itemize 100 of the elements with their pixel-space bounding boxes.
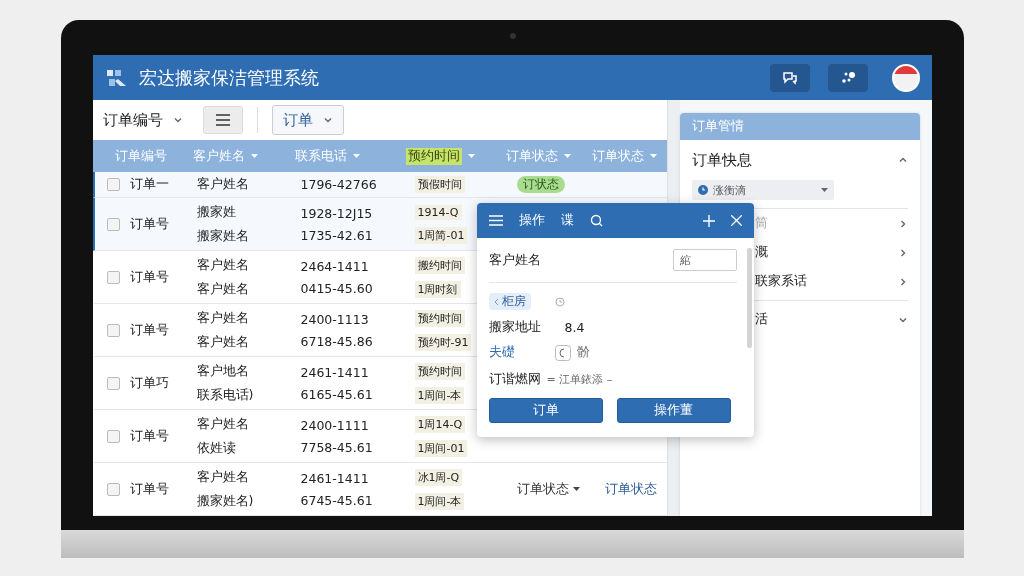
toggle-icon[interactable] (554, 344, 571, 361)
dialog-tab[interactable]: 谍 (560, 212, 574, 229)
address-value: 8.4 (564, 319, 585, 335)
order-number: 订单号 (129, 268, 169, 286)
time-chip: 预约时间 (414, 309, 465, 327)
phone-number: 2400-1111 (300, 417, 369, 433)
field-label: 订谐燃网 (488, 371, 541, 388)
clock-icon (697, 185, 708, 195)
chevron-down-icon (322, 115, 333, 125)
clock-icon (554, 296, 565, 307)
customer-name: 联系电话) (196, 386, 254, 404)
panel-title: 订单管情 (679, 113, 920, 140)
status-link[interactable]: 订单状态 (604, 480, 657, 498)
time-chip: 1周间-本 (414, 386, 465, 404)
caret-icon (820, 188, 828, 192)
time-chip: 预约时间 (414, 362, 465, 380)
tag-chip[interactable]: 柜房 (488, 293, 531, 310)
time-chip: 预假时间 (414, 176, 465, 193)
phone-number: 6718-45.86 (300, 333, 373, 349)
time-chip: 1周简-01 (414, 226, 468, 244)
dots-icon (839, 70, 856, 85)
status-select[interactable]: 涨衡滴 (691, 180, 834, 200)
row-checkbox[interactable] (106, 323, 120, 337)
phone-number: 6745-45.61 (300, 492, 373, 508)
add-icon[interactable] (702, 214, 715, 227)
phone-number: 7758-45.61 (300, 439, 373, 455)
customer-name: 搬家姓名) (196, 492, 254, 510)
dialog-button[interactable]: 订单 (488, 398, 603, 423)
customer-name: 客户姓名 (196, 333, 249, 351)
scrollbar[interactable] (746, 248, 752, 348)
phone-number: 0415-45.60 (300, 280, 373, 296)
dialog-button[interactable]: 操作董 (616, 398, 731, 423)
view-dropdown[interactable]: 订单 (271, 105, 344, 135)
order-number: 订单巧 (129, 374, 169, 392)
table-row[interactable]: 订单号 客户姓名 搬家姓名) 2461-1411 6745-45.61 冰1周-Q 1周间-本 订单状态 订单状态 (92, 463, 667, 516)
row-checkbox[interactable] (106, 376, 120, 390)
table-row[interactable]: 订单一 客户姓名 1796-42766 预假时间 订状态 (92, 172, 667, 198)
customer-name: 依姓读 (196, 439, 236, 457)
share-button[interactable] (827, 63, 868, 92)
customer-name: 搬家姓 (196, 203, 236, 221)
time-chip: 1914-Q (414, 204, 462, 220)
phone-number: 6165-45.61 (300, 386, 373, 402)
phone-number: 2400-1113 (300, 311, 369, 327)
menu-icon (214, 114, 231, 126)
customer-name: 客户姓名 (196, 280, 249, 298)
customer-name: 客户姓名 (196, 176, 249, 193)
caret-icon (572, 487, 580, 491)
row-checkbox[interactable] (106, 178, 120, 191)
menu-icon[interactable] (488, 215, 503, 226)
time-chip: 1周14-Q (414, 415, 466, 433)
order-number: 订单号 (129, 480, 169, 498)
phone-number: 1796-42766 (300, 177, 377, 192)
time-chip: 搬约时间 (414, 256, 465, 274)
menu-button[interactable] (202, 106, 243, 134)
back-chevron-icon (493, 297, 499, 306)
close-icon[interactable] (730, 215, 742, 226)
sort-caret-icon (468, 154, 476, 158)
field-label: 搬家地址 (488, 318, 541, 336)
order-number: 订单号 (129, 321, 169, 339)
user-avatar[interactable] (891, 63, 920, 92)
row-checkbox[interactable] (106, 217, 120, 231)
order-number: 订单号 (129, 427, 169, 445)
phone-number: 1928-12J15 (300, 205, 373, 221)
sidebar-item[interactable]: 活 (691, 305, 908, 334)
row-checkbox[interactable] (106, 482, 120, 496)
status-dropdown[interactable]: 订单状态 (516, 480, 580, 498)
customer-name: 客户地名 (196, 362, 249, 380)
time-chip: 1周间-本 (414, 492, 465, 510)
chat-button[interactable] (769, 63, 810, 92)
chevron-up-icon (897, 155, 908, 165)
row-checkbox[interactable] (106, 270, 120, 284)
filter-dropdown[interactable]: 订单编号 (102, 110, 183, 130)
time-chip: 1周间-01 (414, 439, 468, 457)
sort-caret-icon (650, 154, 658, 158)
customer-name: 客户姓名 (196, 256, 249, 274)
row-checkbox[interactable] (106, 429, 120, 443)
chevron-down-icon (172, 115, 183, 125)
section-header[interactable]: 订单快息 (679, 140, 920, 180)
time-chip: 预约时-91 (414, 333, 472, 351)
sort-caret-icon (250, 154, 258, 158)
phone-number: 2461-1411 (300, 470, 369, 486)
order-number: 订单一 (129, 176, 169, 193)
customer-name: 客户姓名 (196, 468, 249, 486)
status-badge: 订状态 (516, 176, 565, 193)
phone-number: 1735-42.61 (300, 227, 373, 243)
camera-dot (509, 33, 516, 39)
name-field[interactable]: 綰 (672, 249, 737, 271)
dialog-tab[interactable]: 操作 (518, 212, 545, 229)
sort-caret-icon (352, 154, 360, 158)
search-icon[interactable] (589, 214, 603, 227)
chat-icon (781, 70, 798, 85)
field-label: 客户姓名 (488, 251, 541, 269)
phone-number: 2464-1411 (300, 258, 369, 274)
app-title: 宏达搬家保洁管理系统 (138, 65, 320, 90)
status-value: = 江单銥添 – (546, 372, 613, 387)
customer-name: 客户姓名 (196, 309, 249, 327)
customer-name: 搬家姓名 (196, 227, 249, 245)
time-chip: 冰1周-Q (414, 468, 463, 486)
time-chip: 1周时刻 (414, 280, 461, 298)
order-number: 订单号 (129, 215, 169, 233)
